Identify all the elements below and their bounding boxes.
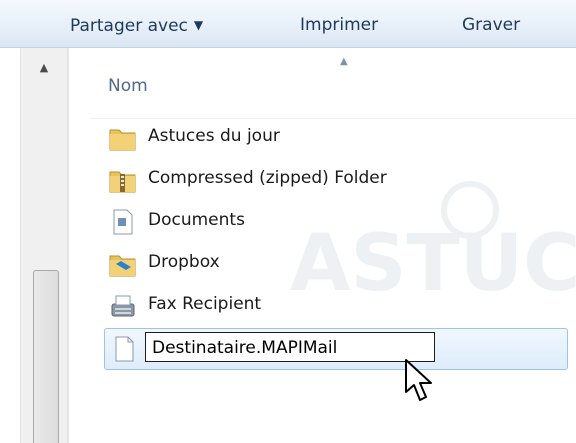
share-with-label: Partager avec	[70, 16, 188, 36]
file-name: Compressed (zipped) Folder	[148, 168, 387, 188]
blank-file-icon	[115, 336, 134, 362]
print-button[interactable]: Imprimer	[300, 12, 378, 38]
folder-icon	[109, 129, 136, 151]
scroll-up-arrow-icon[interactable]: ▲	[21, 48, 67, 88]
list-item-dropbox[interactable]: Dropbox	[104, 244, 564, 284]
burn-button[interactable]: Graver	[462, 12, 520, 38]
column-title-name: Nom	[108, 76, 148, 96]
command-bar: Partager avec ▼ Imprimer Graver	[0, 0, 576, 48]
navigation-scrollbar[interactable]: ▲	[20, 48, 68, 443]
list-item-compressed-folder[interactable]: Compressed (zipped) Folder	[104, 160, 564, 200]
sort-ascending-icon: ▲	[340, 56, 348, 67]
mouse-pointer-icon	[405, 359, 432, 401]
document-icon	[113, 209, 133, 235]
column-header-name[interactable]: ▲ Nom	[90, 48, 576, 119]
list-item-astuces-du-jour[interactable]: Astuces du jour	[104, 118, 564, 158]
fax-icon	[111, 295, 135, 317]
dropdown-arrow-icon: ▼	[193, 18, 204, 32]
list-item-fax-recipient[interactable]: Fax Recipient	[104, 286, 564, 326]
file-name: Dropbox	[148, 252, 220, 272]
rename-input[interactable]: Destinataire.MAPIMail	[145, 332, 435, 362]
list-item-documents[interactable]: Documents	[104, 202, 564, 242]
file-name: Documents	[148, 210, 245, 230]
explorer-window: Partager avec ▼ Imprimer Graver ▲ ▲ Nom A…	[0, 0, 576, 443]
dropbox-icon	[109, 255, 136, 277]
zip-folder-icon	[109, 171, 136, 193]
list-item-selected-renaming[interactable]: Destinataire.MAPIMail	[104, 328, 568, 370]
file-name: Fax Recipient	[148, 294, 262, 314]
share-with-menu-button[interactable]: Partager avec ▼	[70, 12, 203, 38]
file-name: Astuces du jour	[148, 126, 280, 146]
scroll-thumb[interactable]	[33, 270, 59, 443]
